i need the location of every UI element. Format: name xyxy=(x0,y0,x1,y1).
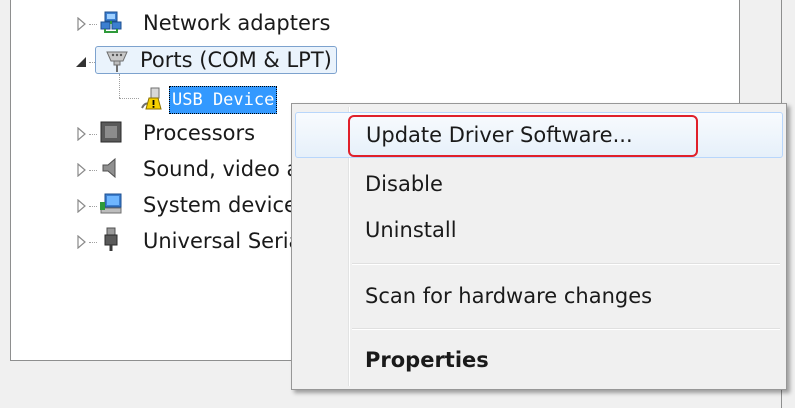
tree-item-label: Universal Seria xyxy=(143,229,302,253)
tree-item-label: Network adapters xyxy=(143,11,331,35)
usb-plug-icon xyxy=(104,227,118,251)
menu-item-label: Uninstall xyxy=(365,218,457,242)
menu-item-disable[interactable]: Disable xyxy=(295,162,783,206)
tree-guide-line xyxy=(89,206,97,207)
tree-guide-line xyxy=(89,134,97,135)
expand-arrow-icon[interactable] xyxy=(77,199,87,213)
expand-arrow-icon[interactable] xyxy=(77,17,87,31)
menu-item-label: Scan for hardware changes xyxy=(365,284,653,308)
menu-item-label: Properties xyxy=(365,348,489,372)
tree-item-label: Processors xyxy=(143,121,256,145)
tree-guide-line xyxy=(89,170,97,171)
usb-device-warning-icon xyxy=(141,87,162,110)
menu-item-label: Disable xyxy=(365,172,443,196)
processor-icon xyxy=(100,121,122,143)
highlight-annotation-box xyxy=(348,115,698,157)
context-menu: Update Driver Software... Disable Uninst… xyxy=(291,103,787,390)
menu-separator xyxy=(352,263,780,265)
expand-arrow-icon[interactable] xyxy=(77,127,87,141)
expand-arrow-icon[interactable] xyxy=(77,163,87,177)
tree-guide-line xyxy=(89,242,97,243)
tree-item-system-devices[interactable]: System device xyxy=(11,188,311,222)
port-icon xyxy=(106,51,128,72)
tree-item-label: Sound, video a xyxy=(143,157,300,181)
tree-guide-line xyxy=(89,24,97,25)
tree-item-sound-video[interactable]: Sound, video a xyxy=(11,152,311,186)
tree-item-label: Ports (COM & LPT) xyxy=(95,46,337,74)
tree-item-ports[interactable]: Ports (COM & LPT) xyxy=(11,44,371,78)
network-adapter-icon xyxy=(100,11,122,33)
tree-item-network-adapters[interactable]: Network adapters xyxy=(11,6,371,40)
expand-arrow-icon[interactable] xyxy=(77,235,87,249)
tree-item-label: USB Device xyxy=(169,86,278,114)
menu-item-scan-hardware[interactable]: Scan for hardware changes xyxy=(295,274,783,318)
speaker-icon xyxy=(102,157,116,179)
collapse-arrow-icon[interactable] xyxy=(75,56,87,68)
menu-separator xyxy=(352,328,780,330)
tree-item-label: System device xyxy=(143,193,297,217)
tree-item-processors[interactable]: Processors xyxy=(11,116,311,150)
menu-item-uninstall[interactable]: Uninstall xyxy=(295,208,783,252)
system-device-icon xyxy=(100,193,122,214)
tree-item-usb-device[interactable]: USB Device xyxy=(11,82,311,116)
menu-item-properties[interactable]: Properties xyxy=(295,338,783,382)
tree-item-usb-controllers[interactable]: Universal Seria xyxy=(11,224,311,258)
